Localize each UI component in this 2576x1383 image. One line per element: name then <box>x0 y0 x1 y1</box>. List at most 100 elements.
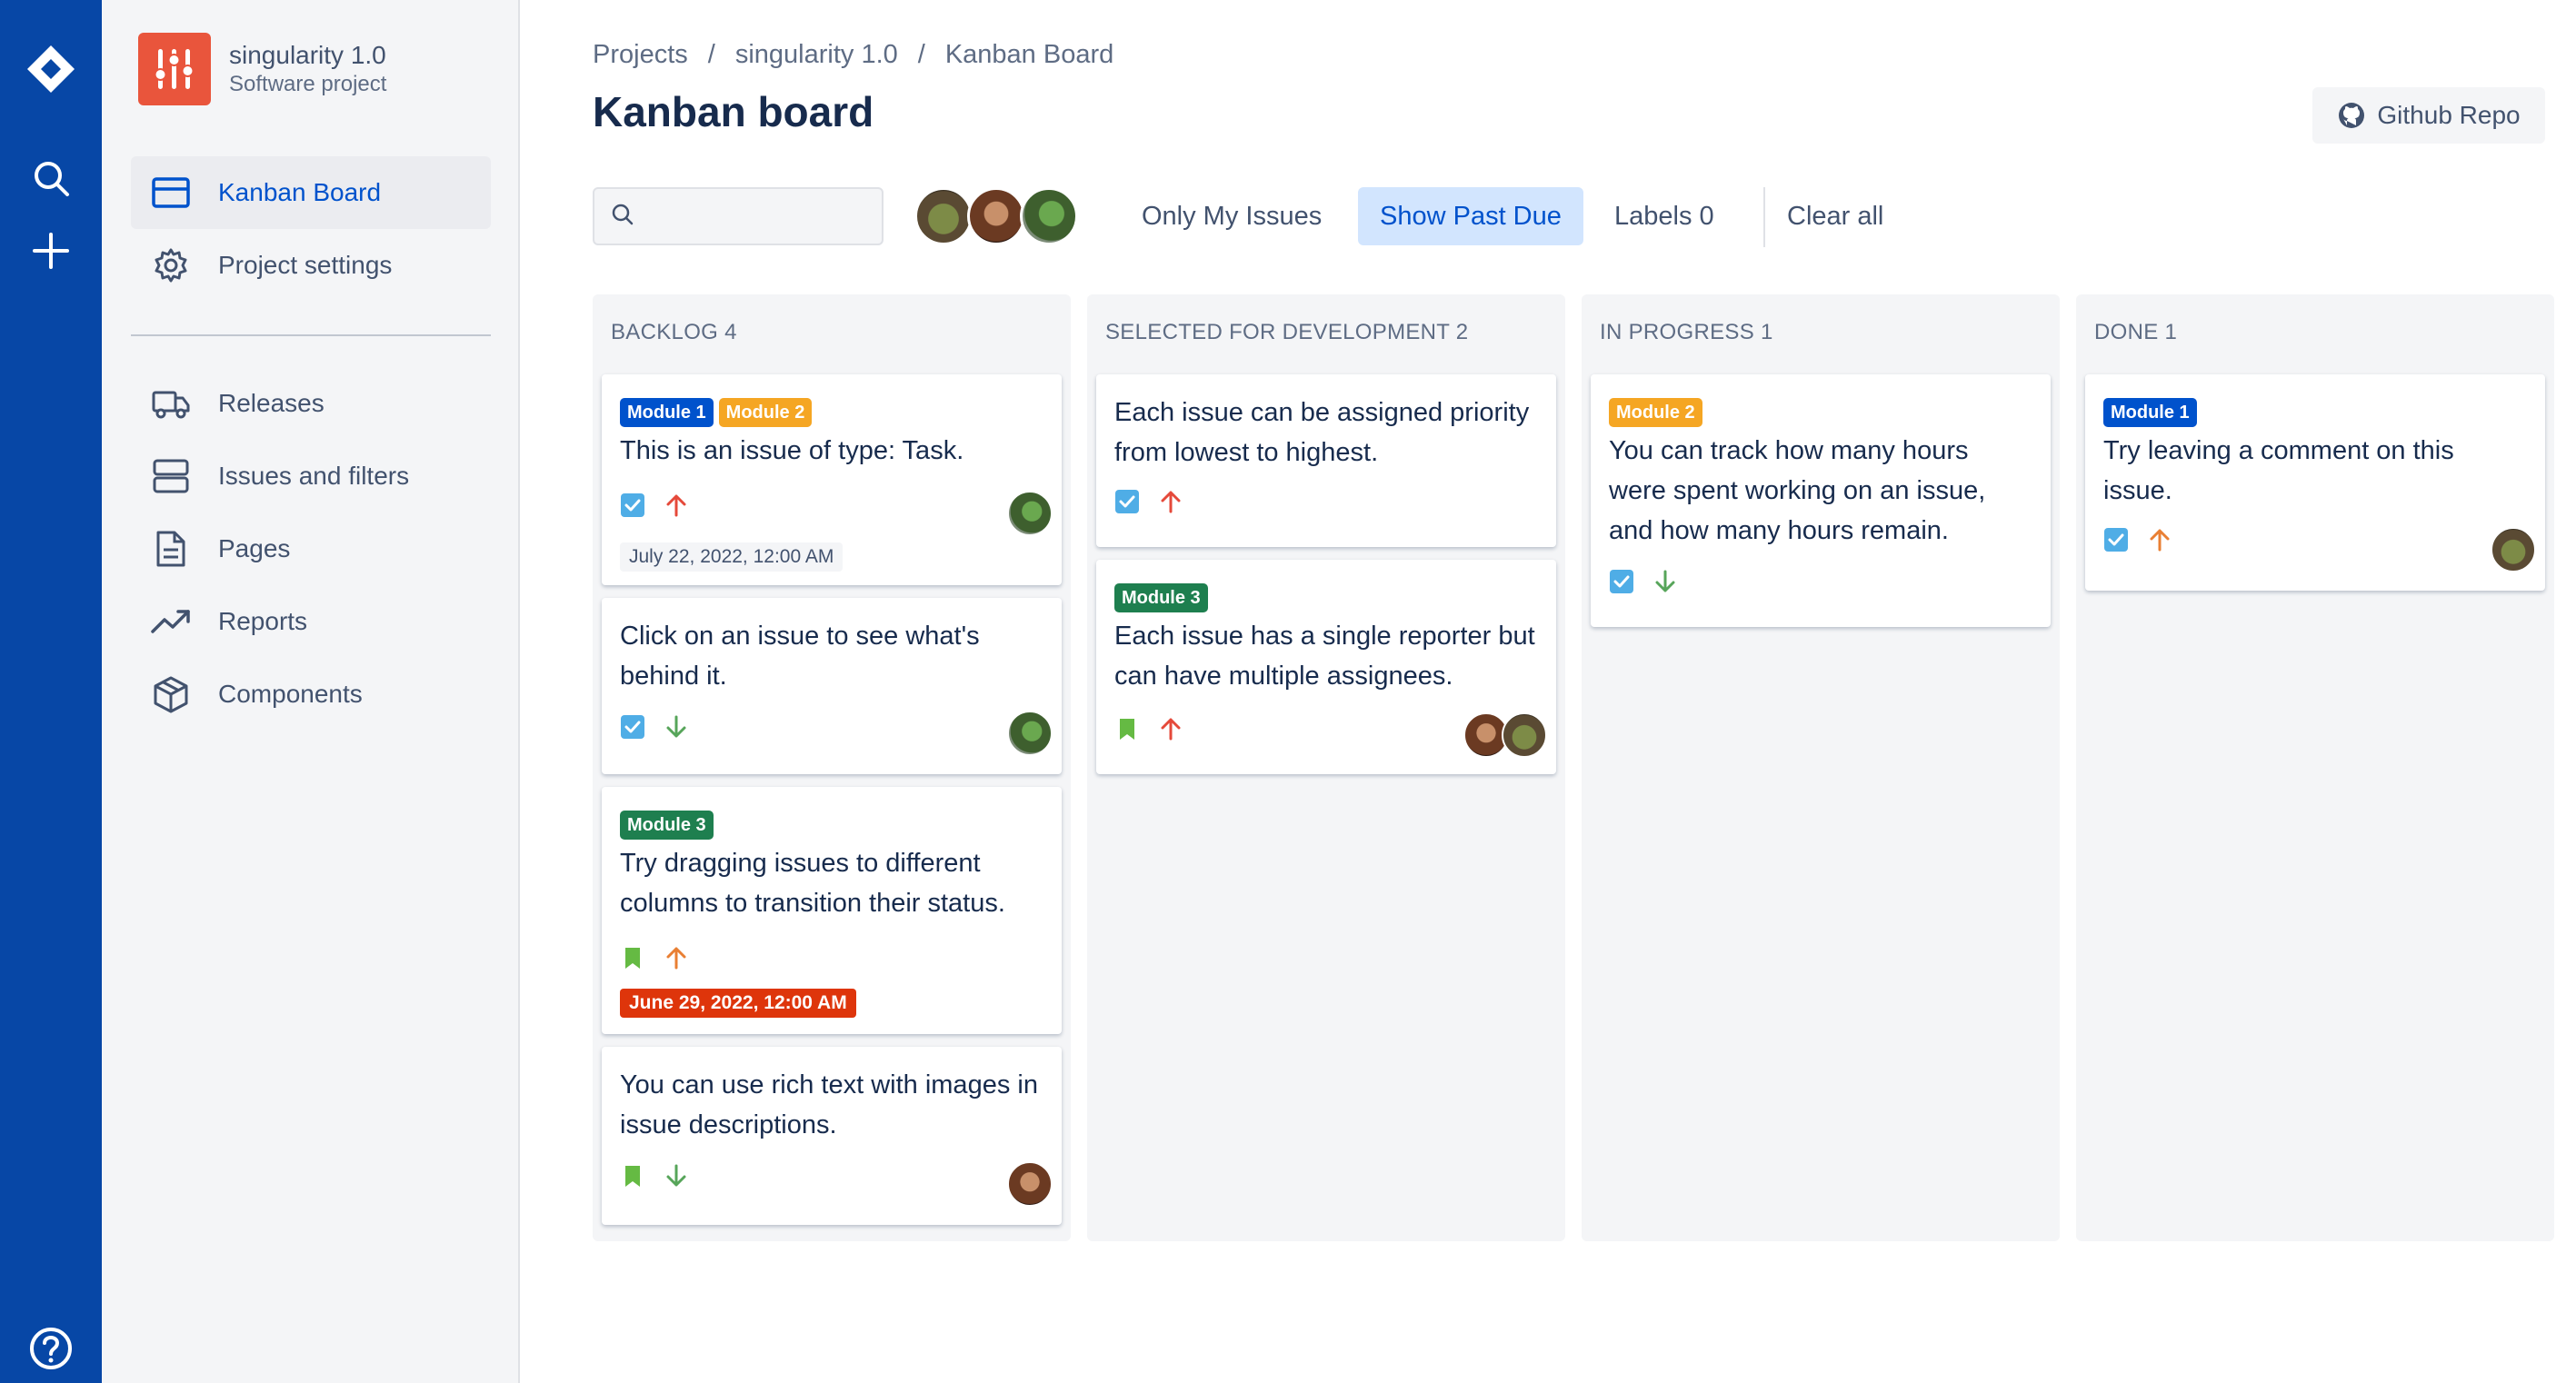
issue-card[interactable]: Module 3 Each issue has a single reporte… <box>1096 560 1556 774</box>
board-column-selected-for-development: SELECTED FOR DEVELOPMENT 2 Each issue ca… <box>1087 294 1565 1241</box>
priority-high-icon <box>1158 716 1183 746</box>
page-title: Kanban board <box>593 88 874 135</box>
app-nav-rail <box>0 0 102 1383</box>
sidebar-divider <box>131 334 491 336</box>
priority-medium-icon <box>2147 527 2172 557</box>
board-column-in-progress: IN PROGRESS 1 Module 2 You can track how… <box>1582 294 2060 1241</box>
show-past-due-button[interactable]: Show Past Due <box>1358 187 1583 245</box>
project-sidebar: singularity 1.0 Software project Kanban … <box>102 0 520 1383</box>
avatar <box>1007 1161 1053 1207</box>
sidebar-item-components[interactable]: Components <box>131 658 491 731</box>
task-type-icon <box>620 714 645 744</box>
search-icon[interactable] <box>15 142 87 214</box>
breadcrumb-current: Kanban Board <box>944 40 1114 69</box>
task-type-icon <box>620 493 645 522</box>
avatar <box>2491 527 2536 572</box>
project-name: singularity 1.0 <box>229 41 386 69</box>
help-icon[interactable] <box>15 1312 87 1383</box>
board-icon <box>151 173 191 213</box>
label-badge: Module 1 <box>2103 398 2197 427</box>
avatar <box>1007 711 1053 756</box>
task-type-icon <box>1609 569 1634 599</box>
priority-high-icon <box>664 493 689 522</box>
avatar <box>1007 491 1053 536</box>
avatar[interactable] <box>914 187 973 245</box>
issue-title: You can use rich text with images in iss… <box>620 1070 1038 1139</box>
sidebar-item-label: Components <box>218 680 363 708</box>
sidebar-item-reports[interactable]: Reports <box>131 585 491 658</box>
box-icon <box>151 674 191 714</box>
sidebar-item-label: Releases <box>218 389 324 417</box>
sidebar-item-releases[interactable]: Releases <box>131 367 491 440</box>
issue-card[interactable]: Module 1 Module 2 This is an issue of ty… <box>602 374 1062 585</box>
page-icon <box>151 529 191 569</box>
stack-icon <box>151 456 191 496</box>
sidebar-item-label: Reports <box>218 607 308 635</box>
issue-title: This is an issue of type: Task. <box>620 436 964 465</box>
truck-icon <box>151 383 191 423</box>
issue-title: You can track how many hours were spent … <box>1609 436 1986 545</box>
issue-card[interactable]: Click on an issue to see what's behind i… <box>602 598 1062 774</box>
issue-search[interactable] <box>593 187 884 245</box>
story-type-icon <box>620 945 645 975</box>
label-badge: Module 3 <box>1114 583 1208 612</box>
sidebar-item-label: Project settings <box>218 251 393 279</box>
sidebar-item-kanban-board[interactable]: Kanban Board <box>131 156 491 229</box>
clear-all-button[interactable]: Clear all <box>1765 187 1905 245</box>
task-type-icon <box>1114 489 1140 519</box>
column-title: DONE 1 <box>2094 320 2178 344</box>
label-badge: Module 2 <box>718 398 813 427</box>
priority-medium-icon <box>664 945 689 975</box>
sidebar-item-issues-and-filters[interactable]: Issues and filters <box>131 440 491 512</box>
project-avatar <box>138 33 211 105</box>
github-icon <box>2337 101 2366 130</box>
sidebar-item-project-settings[interactable]: Project settings <box>131 229 491 302</box>
sidebar-item-label: Pages <box>218 534 291 562</box>
board-column-done: DONE 1 Module 1 Try leaving a comment on… <box>2076 294 2554 1241</box>
label-badge: Module 3 <box>620 811 714 840</box>
issue-card[interactable]: Module 3 Try dragging issues to differen… <box>602 787 1062 1034</box>
plus-icon[interactable] <box>15 214 87 287</box>
board-column-backlog: BACKLOG 4 Module 1 Module 2 This is an i… <box>593 294 1071 1241</box>
issue-title: Try leaving a comment on this issue. <box>2103 436 2454 505</box>
sidebar-item-pages[interactable]: Pages <box>131 512 491 585</box>
issue-title: Click on an issue to see what's behind i… <box>620 622 980 691</box>
issue-card[interactable]: You can use rich text with images in iss… <box>602 1047 1062 1225</box>
issue-card[interactable]: Each issue can be assigned priority from… <box>1096 374 1556 547</box>
issue-card[interactable]: Module 2 You can track how many hours we… <box>1591 374 2051 627</box>
search-icon <box>611 203 634 231</box>
project-header: singularity 1.0 Software project <box>138 33 386 105</box>
sidebar-item-label: Issues and filters <box>218 462 410 490</box>
issue-card[interactable]: Module 1 Try leaving a comment on this i… <box>2085 374 2545 591</box>
avatar[interactable] <box>967 187 1025 245</box>
column-title: IN PROGRESS 1 <box>1600 320 1773 344</box>
only-my-issues-button[interactable]: Only My Issues <box>1120 187 1343 245</box>
github-repo-button[interactable]: Github Repo <box>2312 87 2545 144</box>
project-type: Software project <box>229 72 387 96</box>
priority-low-icon <box>664 1163 689 1193</box>
breadcrumb-projects[interactable]: Projects <box>593 40 688 70</box>
story-type-icon <box>1114 716 1140 746</box>
breadcrumb-separator: / <box>707 40 715 69</box>
gear-icon <box>151 245 191 285</box>
search-input[interactable] <box>645 202 873 231</box>
breadcrumb-separator: / <box>917 40 925 69</box>
priority-low-icon <box>1652 569 1678 599</box>
label-badge: Module 2 <box>1609 398 1702 427</box>
avatar[interactable] <box>1020 187 1078 245</box>
due-date-badge: June 29, 2022, 12:00 AM <box>620 989 856 1018</box>
column-title: BACKLOG 4 <box>611 320 737 344</box>
trend-icon <box>151 602 191 642</box>
jira-logo-icon[interactable] <box>15 33 87 105</box>
issue-title: Try dragging issues to different columns… <box>620 849 1005 918</box>
breadcrumb: Projects / singularity 1.0 / Kanban Boar… <box>593 40 1113 70</box>
issue-title: Each issue can be assigned priority from… <box>1114 398 1530 467</box>
breadcrumb-project[interactable]: singularity 1.0 <box>735 40 898 70</box>
column-title: SELECTED FOR DEVELOPMENT 2 <box>1105 320 1469 344</box>
assignee-filter <box>914 187 1078 245</box>
sidebar-item-label: Kanban Board <box>218 178 382 206</box>
priority-low-icon <box>664 714 689 744</box>
issue-title: Each issue has a single reporter but can… <box>1114 622 1535 691</box>
labels-filter-button[interactable]: Labels 0 <box>1593 187 1736 245</box>
task-type-icon <box>2103 527 2129 557</box>
